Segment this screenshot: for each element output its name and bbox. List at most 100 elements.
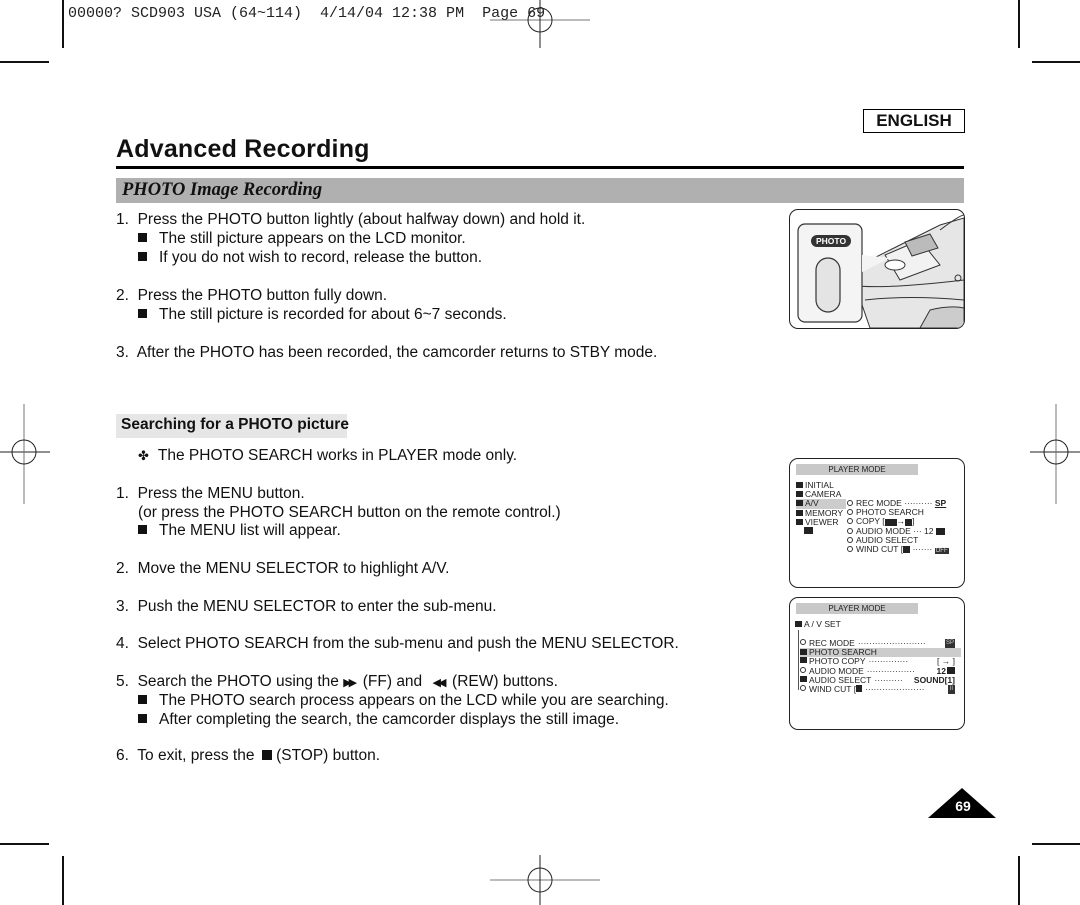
bullet: After completing the search, the camcord… [138,710,619,729]
crop-mark [0,843,49,845]
bullet-dot-icon [800,666,806,673]
subitem-value: OFF [934,548,949,555]
bullet: The still picture appears on the LCD mon… [138,229,466,248]
step-text: Press the MENU button. [137,485,305,502]
leader-dots: ·········· [874,675,903,685]
wind-icon [856,685,863,693]
registration-mark-bottom [490,855,600,905]
menu-item-label: VIEWER [805,516,839,527]
fast-forward-icon: ▶▶ [343,677,357,689]
menu-screen-av-set: PLAYER MODE A / V SET REC MODE ··········… [789,597,965,730]
square-bullet-icon [138,252,147,261]
clover-note-icon: ✤ [138,448,149,463]
step-number: 3. [116,598,129,615]
note: ✤ The PHOTO SEARCH works in PLAYER mode o… [138,446,517,465]
bullet: If you do not wish to record, release th… [138,248,482,267]
subitem-label: WIND CUT [ [809,684,857,695]
bullet: The PHOTO search process appears on the … [138,691,669,710]
bullet-text: The still picture appears on the LCD mon… [159,230,466,247]
subitem-value: 12 [924,525,934,536]
step-text: Press the PHOTO button fully down. [137,287,388,304]
bullet-dot-icon [847,509,853,516]
crop-mark [62,856,64,905]
bullet-dot-icon [847,536,853,543]
bullet-text: If you do not wish to record, release th… [159,249,483,266]
step-text: Search the PHOTO using the [137,673,339,690]
page-number: 69 [955,798,971,814]
title-rule [116,166,964,169]
bullet: The MENU list will appear. [138,521,341,540]
menu-right-list: REC MODE ·········· SP PHOTO SEARCH COPY… [847,498,961,556]
bullet-dot-icon [847,527,853,534]
crop-mark [1032,61,1080,63]
subsection-title: Searching for a PHOTO picture [121,416,349,433]
print-header: 00000? SCD903 USA (64~114) 4/14/04 12:38… [68,5,546,22]
folder-icon [800,675,807,682]
bullet-dot-icon [847,518,853,525]
bullet: The still picture is recorded for about … [138,305,507,324]
menu-group: A / V SET [795,619,841,629]
folder-icon [796,500,803,507]
menu-left-list: INITIAL CAMERA A/V MEMORY VIEWER [796,480,846,536]
step-number: 2. [116,287,129,304]
step-2: 2. Press the PHOTO button fully down. [116,286,387,305]
step-6: 6. To exit, press the (STOP) button. [116,746,380,765]
subitem-label: WIND CUT [ [856,544,904,555]
menu-subitem[interactable]: WIND CUT [····················· II [800,684,955,695]
bit-icon [947,666,955,674]
step-number: 1. [116,211,129,228]
step-3: 3. Push the MENU SELECTOR to enter the s… [116,597,497,616]
folder-icon [796,482,803,488]
step-sub-text: (or press the PHOTO SEARCH button on the… [138,504,561,521]
square-bullet-icon [138,714,147,723]
subitem-value: SP [944,639,955,649]
menu-subitem[interactable]: WIND CUT [ ······· OFF [847,544,961,556]
folder-icon [795,621,802,627]
registration-mark-top [490,0,590,48]
rewind-icon: ◀◀ [432,677,447,689]
bullet-text: The still picture is recorded for about … [159,306,507,323]
bullet-dot-icon [847,500,853,506]
menu-sub-list: REC MODE ························ SP PHOTO… [800,638,961,695]
camcorder-illustration [797,214,964,328]
step-text: (FF) and [362,673,423,690]
menu-group-label: A / V SET [804,619,841,629]
step-text: Move the MENU SELECTOR to highlight A/V. [137,560,450,577]
step-number: 3. [116,344,129,361]
tape-icon [804,527,813,535]
leader-dots: ······· [912,544,933,555]
step-number: 2. [116,560,129,577]
step-2: 2. Move the MENU SELECTOR to highlight A… [116,559,449,578]
menu-item-viewer[interactable]: VIEWER [796,516,846,527]
square-bullet-icon [138,525,147,534]
step-5: 5. Search the PHOTO using the ▶▶ (FF) an… [116,672,558,693]
crop-mark [1018,856,1020,905]
crop-mark [0,61,49,63]
step-text: Press the PHOTO button lightly (about ha… [137,211,586,228]
camera-icon [796,491,803,498]
step-text: (REW) buttons. [452,673,558,690]
page-title: Advanced Recording [116,135,370,163]
bullet-dot-icon [800,685,806,692]
subitem-value: SOUND[1] [913,674,955,685]
step-number: 6. [116,747,129,764]
bit-icon [935,527,945,535]
step-text: To exit, press the [137,747,255,764]
menu-header: PLAYER MODE [796,603,918,614]
leader-dots: ·············· [868,657,909,667]
menu-header: PLAYER MODE [796,464,918,475]
menu-item-camera[interactable]: CAMERA [796,490,846,499]
folder-icon [800,649,807,656]
camcorder-photo-button-figure: PHOTO [789,209,965,329]
crop-mark [1018,0,1020,48]
bullet-dot-icon [847,546,853,553]
step-number: 5. [116,673,129,690]
photo-label-badge: PHOTO [811,235,852,247]
tree-line [798,630,799,690]
tape-icon [884,518,897,526]
folder-icon [796,509,803,516]
step-4: 4. Select PHOTO SEARCH from the sub-menu… [116,634,679,653]
crop-mark [1032,843,1080,845]
folder-icon [796,518,803,525]
registration-mark-left [0,404,50,504]
